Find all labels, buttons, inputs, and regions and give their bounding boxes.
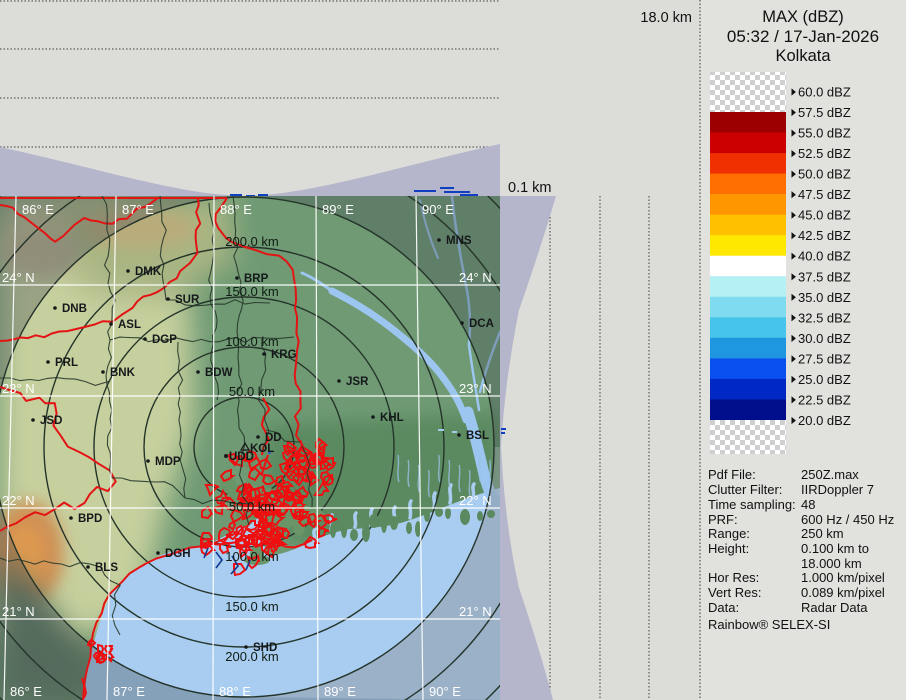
svg-text:25.0 dBZ: 25.0 dBZ <box>798 372 851 387</box>
svg-text:86° E: 86° E <box>10 684 42 699</box>
svg-text:18.0 km: 18.0 km <box>640 10 692 26</box>
svg-text:200.0 km: 200.0 km <box>225 234 278 249</box>
svg-text:37.5 dBZ: 37.5 dBZ <box>798 269 851 284</box>
svg-text:Time sampling:: Time sampling: <box>708 497 796 512</box>
svg-text:MNS: MNS <box>446 235 472 247</box>
svg-text:21° N: 21° N <box>2 604 35 619</box>
svg-text:Pdf File:: Pdf File: <box>708 467 756 482</box>
svg-text:100.0 km: 100.0 km <box>225 549 278 564</box>
svg-text:UDD: UDD <box>229 451 254 463</box>
svg-text:BSL: BSL <box>466 430 489 442</box>
svg-text:50.0 km: 50.0 km <box>229 499 275 514</box>
svg-text:DCA: DCA <box>469 318 494 330</box>
svg-text:Range:: Range: <box>708 526 750 541</box>
svg-text:1.000 km/pixel: 1.000 km/pixel <box>801 570 885 585</box>
svg-text:BNK: BNK <box>110 367 136 379</box>
svg-text:DGH: DGH <box>165 548 191 560</box>
svg-text:PRF:: PRF: <box>708 512 738 527</box>
svg-text:600 Hz / 450 Hz: 600 Hz / 450 Hz <box>801 512 894 527</box>
svg-text:24° N: 24° N <box>2 270 35 285</box>
svg-text:45.0 dBZ: 45.0 dBZ <box>798 208 851 223</box>
svg-text:BDW: BDW <box>205 367 233 379</box>
svg-text:32.5 dBZ: 32.5 dBZ <box>798 310 851 325</box>
svg-text:22.5 dBZ: 22.5 dBZ <box>798 392 851 407</box>
svg-text:60.0 dBZ: 60.0 dBZ <box>798 85 851 100</box>
svg-text:87° E: 87° E <box>122 202 154 217</box>
svg-text:0.1 km: 0.1 km <box>508 180 552 196</box>
svg-text:90° E: 90° E <box>422 202 454 217</box>
svg-text:50.0 km: 50.0 km <box>229 384 275 399</box>
svg-text:250 km: 250 km <box>801 526 844 541</box>
svg-text:Vert Res:: Vert Res: <box>708 585 761 600</box>
svg-text:100.0 km: 100.0 km <box>225 334 278 349</box>
svg-text:0.089 km/pixel: 0.089 km/pixel <box>801 585 885 600</box>
svg-text:SUR: SUR <box>175 294 200 306</box>
svg-text:Height:: Height: <box>708 541 749 556</box>
svg-text:20.0 dBZ: 20.0 dBZ <box>798 413 851 428</box>
svg-text:40.0 dBZ: 40.0 dBZ <box>798 249 851 264</box>
svg-text:150.0 km: 150.0 km <box>225 599 278 614</box>
svg-text:55.0 dBZ: 55.0 dBZ <box>798 126 851 141</box>
svg-text:35.0 dBZ: 35.0 dBZ <box>798 290 851 305</box>
svg-text:BLS: BLS <box>95 562 118 574</box>
svg-text:22° N: 22° N <box>2 493 35 508</box>
svg-text:22° N: 22° N <box>459 493 492 508</box>
svg-text:BRP: BRP <box>244 273 269 285</box>
svg-text:Rainbow® SELEX-SI: Rainbow® SELEX-SI <box>708 617 830 632</box>
svg-text:23° N: 23° N <box>459 381 492 396</box>
svg-text:250Z.max: 250Z.max <box>801 467 859 482</box>
svg-text:50.0 dBZ: 50.0 dBZ <box>798 167 851 182</box>
svg-text:18.000 km: 18.000 km <box>801 556 862 571</box>
svg-text:89° E: 89° E <box>324 684 356 699</box>
svg-text:23° N: 23° N <box>2 381 35 396</box>
svg-text:0.100 km to: 0.100 km to <box>801 541 869 556</box>
svg-text:89° E: 89° E <box>322 202 354 217</box>
svg-text:150.0 km: 150.0 km <box>225 284 278 299</box>
svg-text:42.5 dBZ: 42.5 dBZ <box>798 228 851 243</box>
svg-text:Data:: Data: <box>708 600 739 615</box>
svg-text:IIRDoppler 7: IIRDoppler 7 <box>801 482 874 497</box>
svg-text:30.0 dBZ: 30.0 dBZ <box>798 331 851 346</box>
svg-text:DMK: DMK <box>135 266 162 278</box>
svg-text:Radar Data: Radar Data <box>801 600 868 615</box>
svg-text:90° E: 90° E <box>429 684 461 699</box>
svg-text:JSR: JSR <box>346 376 369 388</box>
svg-text:JSD: JSD <box>40 415 62 427</box>
svg-text:Hor Res:: Hor Res: <box>708 570 759 585</box>
svg-text:KRG: KRG <box>271 349 297 361</box>
svg-text:21° N: 21° N <box>459 604 492 619</box>
svg-text:57.5 dBZ: 57.5 dBZ <box>798 105 851 120</box>
svg-text:87° E: 87° E <box>113 684 145 699</box>
svg-text:24° N: 24° N <box>459 270 492 285</box>
svg-text:ASL: ASL <box>118 319 141 331</box>
svg-text:MDP: MDP <box>155 456 181 468</box>
svg-text:27.5 dBZ: 27.5 dBZ <box>798 351 851 366</box>
svg-text:PRL: PRL <box>55 357 78 369</box>
svg-text:05:32 / 17-Jan-2026: 05:32 / 17-Jan-2026 <box>727 27 879 46</box>
svg-text:48: 48 <box>801 497 815 512</box>
svg-text:MAX (dBZ): MAX (dBZ) <box>762 8 844 26</box>
svg-text:52.5 dBZ: 52.5 dBZ <box>798 146 851 161</box>
svg-text:SHD: SHD <box>253 642 277 654</box>
svg-text:Kolkata: Kolkata <box>775 47 831 65</box>
svg-text:DNB: DNB <box>62 303 87 315</box>
svg-text:47.5 dBZ: 47.5 dBZ <box>798 187 851 202</box>
svg-text:86° E: 86° E <box>22 202 54 217</box>
svg-text:KHL: KHL <box>380 412 404 424</box>
svg-text:Clutter Filter:: Clutter Filter: <box>708 482 782 497</box>
svg-text:88° E: 88° E <box>220 202 252 217</box>
svg-text:88° E: 88° E <box>219 684 251 699</box>
svg-text:DGP: DGP <box>152 334 177 346</box>
svg-text:BPD: BPD <box>78 513 102 525</box>
